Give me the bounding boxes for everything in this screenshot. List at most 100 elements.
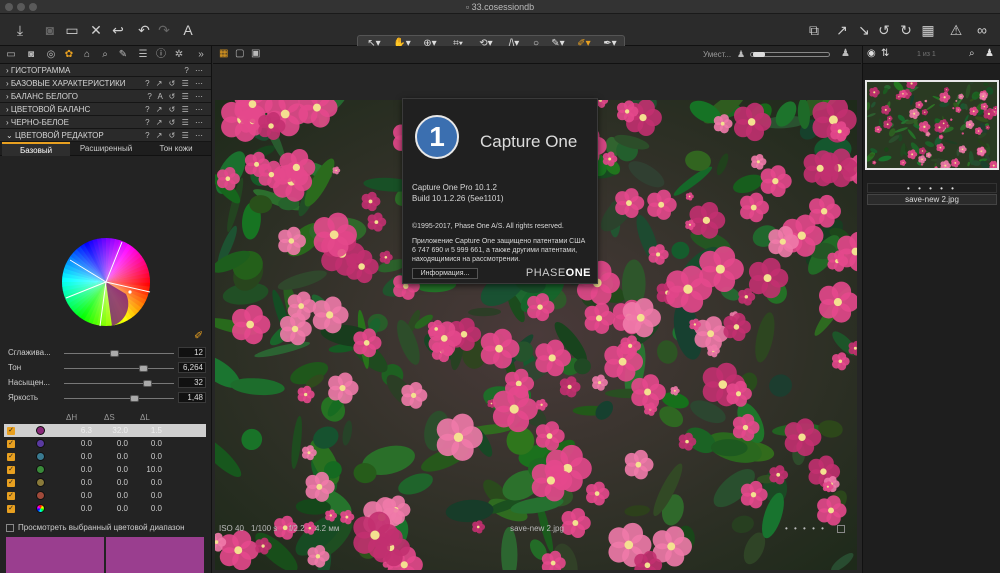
table-row[interactable]: ✓ 0.0 0.0 0.0 [4, 489, 206, 502]
undo-icon[interactable]: ↶ [134, 19, 154, 41]
color-tag-icon[interactable] [837, 525, 845, 533]
color-range-swatch [36, 439, 45, 448]
slider-value-field[interactable]: 6,264 [178, 362, 206, 373]
slider-label: Насыщен... [8, 378, 51, 387]
color-tab-icon[interactable]: ✿ [62, 48, 76, 62]
info-icon[interactable]: ⓘ [154, 48, 168, 62]
camera-icon[interactable]: ◙ [40, 19, 60, 41]
expand-panel-icon[interactable]: » [194, 48, 208, 62]
slider-track[interactable] [64, 395, 174, 402]
reset-icon[interactable]: ↩ [108, 19, 128, 41]
single-view-icon[interactable]: ▢ [235, 48, 244, 59]
slider-value-field[interactable]: 1,48 [178, 392, 206, 403]
color-wheel[interactable] [60, 236, 152, 328]
row-checkbox[interactable]: ✓ [7, 505, 15, 513]
slider-knob[interactable] [110, 350, 120, 357]
slider-knob[interactable] [130, 395, 139, 402]
tool-section-0[interactable]: › ГИСТОГРАММА? ⋯ [0, 64, 211, 77]
table-row[interactable]: ✓ 6.3 32.0 1.5 [4, 424, 206, 437]
slider-knob[interactable] [138, 365, 148, 372]
local-adjustments-icon[interactable]: ✎ [116, 48, 130, 62]
table-row[interactable]: ✓ 0.0 0.0 0.0 [4, 502, 206, 515]
tab-advanced[interactable]: Расширенный [72, 142, 140, 156]
import-icon[interactable]: ⤓ [10, 19, 30, 41]
slider-value-field[interactable]: 12 [178, 347, 206, 358]
chevron-icon[interactable]: › [6, 92, 9, 101]
thumbnail-image[interactable] [865, 80, 999, 170]
row-checkbox[interactable]: ✓ [7, 440, 15, 448]
slider-track[interactable] [64, 380, 174, 387]
delete-icon[interactable]: ✕ [86, 19, 106, 41]
browser-panel: ◉ ⇅ 1 из 1 ⌕ ♟ • • • • • save-new 2.jpg [862, 46, 1000, 573]
thumbnail-rating[interactable]: • • • • • [867, 183, 997, 193]
section-controls[interactable]: ? ↗ ↺ ☰ ⋯ [145, 103, 205, 116]
chevron-icon[interactable]: › [6, 105, 9, 114]
capture-icon[interactable]: ◙ [24, 48, 38, 62]
rotate-left-icon[interactable]: ↺ [874, 19, 894, 41]
library-icon[interactable]: ▭ [4, 48, 18, 62]
preview-range-toggle[interactable]: Просмотреть выбранный цветовой диапазон [6, 523, 185, 532]
chevron-icon[interactable]: ⌄ [6, 131, 13, 140]
compare-view-icon[interactable]: ▣ [251, 48, 260, 59]
table-row[interactable]: ✓ 0.0 0.0 0.0 [4, 476, 206, 489]
chevron-icon[interactable]: › [6, 66, 9, 75]
tool-section-2[interactable]: › БАЛАНС БЕЛОГО? A ↺ ☰ ⋯ [0, 90, 211, 103]
info-button[interactable]: Информация... [412, 268, 478, 279]
table-row[interactable]: ✓ 0.0 0.0 10.0 [4, 463, 206, 476]
tool-section-1[interactable]: › БАЗОВЫЕ ХАРАКТЕРИСТИКИ? ↗ ↺ ☰ ⋯ [0, 77, 211, 90]
section-controls[interactable]: ? ↗ ↺ ☰ ⋯ [145, 129, 205, 142]
row-checkbox[interactable]: ✓ [7, 479, 15, 487]
auto-adjust-icon[interactable]: A [178, 19, 198, 41]
chevron-icon[interactable]: › [6, 118, 9, 127]
copy-adjustments-icon[interactable]: ⧉ [804, 19, 824, 41]
slider-track[interactable] [64, 365, 174, 372]
user-filter-icon[interactable]: ♟ [985, 48, 994, 59]
move-to-folder-icon[interactable]: ▭ [62, 19, 82, 41]
warning-icon[interactable]: ⚠ [946, 19, 966, 41]
apply-all-icon[interactable]: ↘ [854, 19, 874, 41]
row-checkbox[interactable]: ✓ [7, 492, 15, 500]
apply-icon[interactable]: ↗ [832, 19, 852, 41]
viewer-filename: save-new 2.jpg [510, 524, 564, 533]
tool-section-4[interactable]: › ЧЕРНО-БЕЛОЕ? ↗ ↺ ☰ ⋯ [0, 116, 211, 129]
exposure-icon[interactable]: ⌂ [80, 48, 94, 62]
settings-gear-icon[interactable]: ✲ [172, 48, 186, 62]
eye-icon[interactable]: ◉ [867, 48, 876, 59]
sort-icon[interactable]: ⇅ [881, 48, 889, 59]
color-range-swatch [36, 452, 45, 461]
tool-section-5[interactable]: ⌄ ЦВЕТОВОЙ РЕДАКТОР? ↗ ↺ ☰ ⋯ [0, 129, 211, 142]
row-checkbox[interactable]: ✓ [7, 466, 15, 474]
redo-icon[interactable]: ↷ [154, 19, 174, 41]
eyedropper-icon[interactable]: ✐ [194, 329, 203, 342]
section-controls[interactable]: ? A ↺ ☰ ⋯ [147, 90, 205, 103]
zoom-slider-knob[interactable] [753, 52, 765, 57]
multi-view-icon[interactable]: ▦ [219, 48, 228, 59]
preview-checkbox[interactable] [6, 523, 14, 532]
table-row[interactable]: ✓ 0.0 0.0 0.0 [4, 450, 206, 463]
slider-track[interactable] [64, 350, 174, 357]
search-icon[interactable]: ⌕ [969, 48, 975, 59]
slider-value-field[interactable]: 32 [178, 377, 206, 388]
row-checkbox[interactable]: ✓ [7, 453, 15, 461]
window-title: ▫ 33.cosessiondb [465, 2, 535, 12]
section-controls[interactable]: ? ↗ ↺ ☰ ⋯ [145, 77, 205, 90]
slider-row: Яркость 1,48 [8, 392, 206, 405]
details-icon[interactable]: ⌕ [98, 48, 112, 62]
tab-basic[interactable]: Базовый [2, 142, 70, 156]
rotate-right-icon[interactable]: ↻ [896, 19, 916, 41]
slider-knob[interactable] [143, 380, 153, 387]
chevron-icon[interactable]: › [6, 79, 9, 88]
row-checkbox[interactable]: ✓ [7, 427, 15, 435]
grid-icon[interactable]: ▦ [918, 19, 938, 41]
metadata-icon[interactable]: ☰ [136, 48, 150, 62]
rating-dots[interactable]: • • • • • [785, 524, 826, 533]
color-range-swatch [36, 478, 45, 487]
lens-icon[interactable]: ◎ [44, 48, 58, 62]
zoom-slider[interactable] [750, 52, 830, 57]
section-controls[interactable]: ? ↗ ↺ ☰ ⋯ [145, 116, 205, 129]
table-row[interactable]: ✓ 0.0 0.0 0.0 [4, 437, 206, 450]
tool-section-3[interactable]: › ЦВЕТОВОЙ БАЛАНС? ↗ ↺ ☰ ⋯ [0, 103, 211, 116]
section-controls[interactable]: ? ⋯ [184, 64, 205, 77]
tab-skin-tone[interactable]: Тон кожи [142, 142, 210, 156]
proof-glasses-icon[interactable]: ∞ [972, 19, 992, 41]
